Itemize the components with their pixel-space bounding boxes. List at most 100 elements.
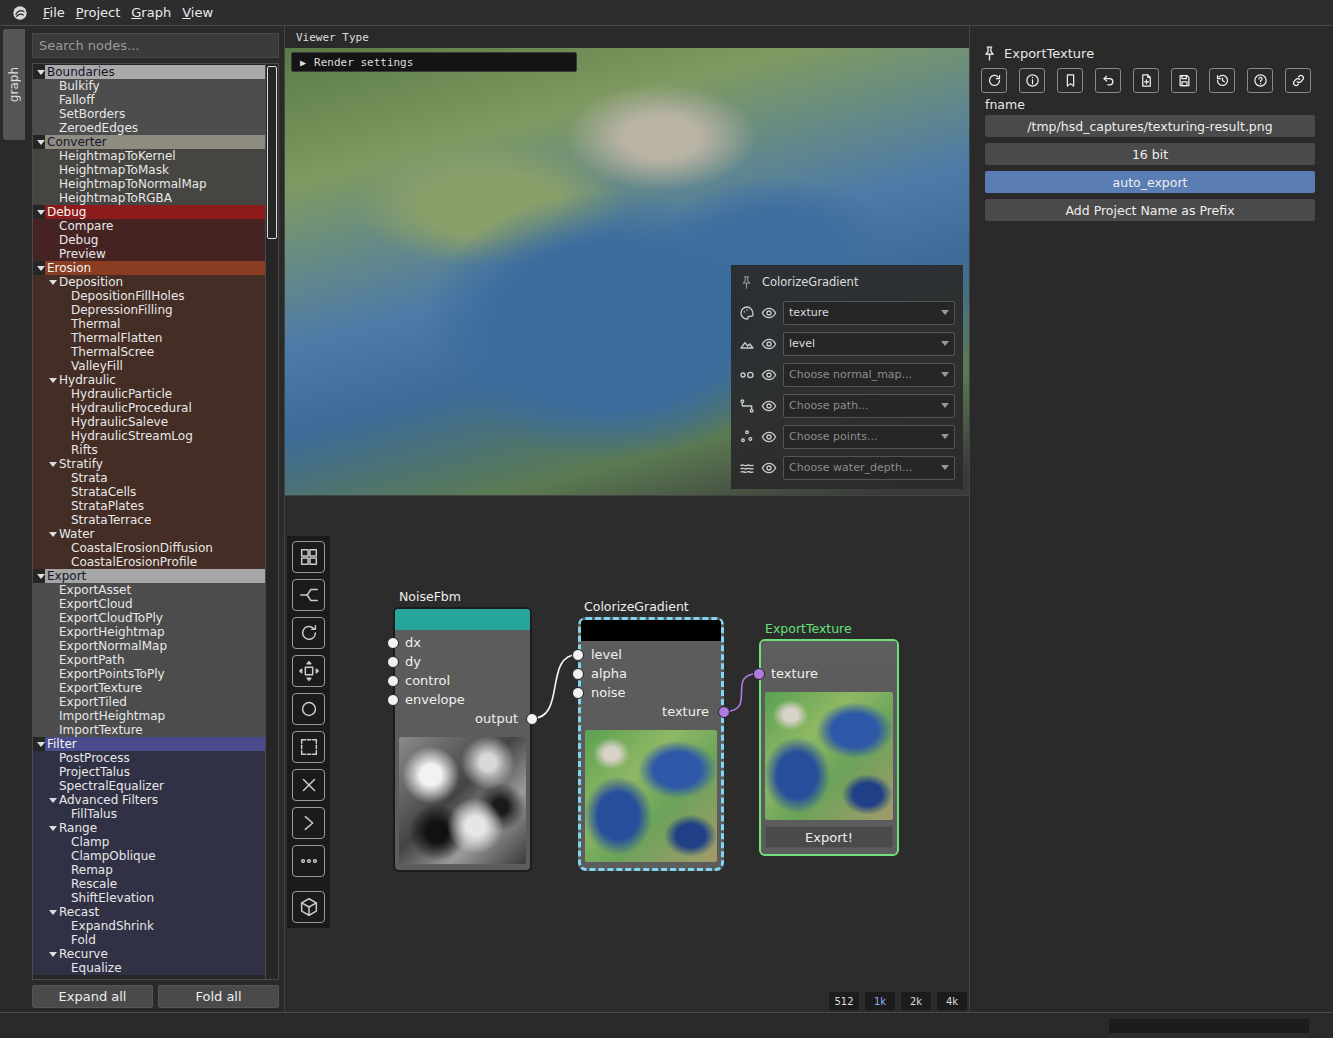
tree-row[interactable]: HydraulicProcedural xyxy=(33,401,265,415)
tree-row[interactable]: Advanced Filters xyxy=(33,793,265,807)
attribute-button[interactable]: 16 bit xyxy=(985,143,1315,165)
tree-row[interactable]: StrataCells xyxy=(33,485,265,499)
tree-row[interactable]: ClampOblique xyxy=(33,849,265,863)
tree-row[interactable]: ShiftElevation xyxy=(33,891,265,905)
tree-button[interactable]: Expand all xyxy=(32,985,153,1008)
toolbar-button[interactable] xyxy=(292,769,325,801)
toolbar-button[interactable] xyxy=(292,693,325,725)
dropdown-caret-icon[interactable] xyxy=(941,372,949,377)
toolbar-button[interactable] xyxy=(292,541,325,573)
inspector-tool-button[interactable] xyxy=(1133,68,1159,93)
tree-row[interactable]: Boundaries xyxy=(33,65,265,79)
expand-arrow-icon[interactable] xyxy=(49,280,57,285)
menu-item[interactable]: Graph xyxy=(131,5,171,20)
expand-arrow-icon[interactable] xyxy=(49,910,57,915)
tree-row[interactable]: HydraulicStreamLog xyxy=(33,429,265,443)
expand-arrow-icon[interactable] xyxy=(37,140,45,145)
toolbar-button[interactable] xyxy=(292,731,325,763)
scrollbar-thumb[interactable] xyxy=(267,66,277,239)
link[interactable] xyxy=(532,655,578,719)
inspector-tool-button[interactable] xyxy=(1247,68,1273,93)
text-field[interactable]: /tmp/hsd_captures/texturing-result.png xyxy=(985,115,1315,137)
terrain-render[interactable]: ▶Render settingsColorizeGradienttexturel… xyxy=(285,48,969,495)
tree-row[interactable]: Filter xyxy=(33,737,265,751)
input-port[interactable]: noise xyxy=(581,683,721,702)
tree-row[interactable]: Erosion xyxy=(33,261,265,275)
layer-select[interactable]: Choose normal_map... xyxy=(783,363,955,387)
tree-row[interactable]: Rescale xyxy=(33,877,265,891)
tree-row[interactable]: DepressionFilling xyxy=(33,303,265,317)
dropdown-caret-icon[interactable] xyxy=(941,465,949,470)
menu-item[interactable]: View xyxy=(182,5,213,20)
expand-arrow-icon[interactable] xyxy=(49,826,57,831)
side-tab[interactable]: graph xyxy=(3,29,25,140)
output-port[interactable]: texture xyxy=(581,702,721,721)
inspector-tool-button[interactable] xyxy=(1285,68,1311,93)
resolution-button[interactable]: 2k xyxy=(901,992,931,1010)
dropdown-caret-icon[interactable] xyxy=(941,310,949,315)
tree-row[interactable]: ProjectTalus xyxy=(33,765,265,779)
input-port[interactable]: dx xyxy=(395,633,530,652)
layer-select[interactable]: Choose points... xyxy=(783,425,955,449)
tree-row[interactable]: Debug xyxy=(33,205,265,219)
tree-row[interactable]: Fold xyxy=(33,933,265,947)
toolbar-button[interactable] xyxy=(292,807,325,839)
layer-select[interactable]: texture xyxy=(783,301,955,325)
tree-row[interactable]: Recurve xyxy=(33,947,265,961)
layer-select[interactable]: Choose path... xyxy=(783,394,955,418)
pin-icon[interactable] xyxy=(739,275,754,290)
tree-row[interactable]: HeightmapToNormalMap xyxy=(33,177,265,191)
tree-row[interactable]: ValleyFill xyxy=(33,359,265,373)
tree-row[interactable]: Preview xyxy=(33,247,265,261)
eye-icon[interactable] xyxy=(761,336,777,352)
inspector-tool-button[interactable] xyxy=(981,68,1007,93)
input-port[interactable]: dy xyxy=(395,652,530,671)
expand-arrow-icon[interactable] xyxy=(37,742,45,747)
dropdown-caret-icon[interactable] xyxy=(941,341,949,346)
tree-row[interactable]: Clamp xyxy=(33,835,265,849)
pin-icon[interactable] xyxy=(981,45,998,62)
node-header[interactable] xyxy=(761,641,897,662)
tree-row[interactable]: ExportPath xyxy=(33,653,265,667)
node-graph-canvas[interactable]: NoiseFbmdxdycontrolenvelopeoutputColoriz… xyxy=(285,495,969,1012)
expand-arrow-icon[interactable] xyxy=(37,574,45,579)
scrollbar[interactable] xyxy=(265,64,278,979)
toolbar-button[interactable] xyxy=(292,891,325,923)
tree-row[interactable]: Deposition xyxy=(33,275,265,289)
input-port[interactable]: control xyxy=(395,671,530,690)
node-header[interactable] xyxy=(395,609,530,630)
layer-select[interactable]: Choose water_depth... xyxy=(783,456,955,480)
expand-arrow-icon[interactable] xyxy=(49,952,57,957)
tree-row[interactable]: PostProcess xyxy=(33,751,265,765)
input-port[interactable]: alpha xyxy=(581,664,721,683)
expand-arrow-icon[interactable] xyxy=(49,798,57,803)
tree-row[interactable]: CoastalErosionProfile xyxy=(33,555,265,569)
expand-arrow-icon[interactable] xyxy=(49,378,57,383)
expand-arrow-icon[interactable] xyxy=(49,462,57,467)
tree-row[interactable]: ImportHeightmap xyxy=(33,709,265,723)
link[interactable] xyxy=(724,674,759,712)
graph-node[interactable]: ExportTexturetextureExport! xyxy=(759,619,899,856)
expand-arrow-icon[interactable] xyxy=(37,266,45,271)
tree-row[interactable]: Compare xyxy=(33,219,265,233)
tree-row[interactable]: SetBorders xyxy=(33,107,265,121)
tree-row[interactable]: Recast xyxy=(33,905,265,919)
tree-row[interactable]: HeightmapToKernel xyxy=(33,149,265,163)
input-port[interactable]: level xyxy=(581,645,721,664)
tree-row[interactable]: Rifts xyxy=(33,443,265,457)
tree-row[interactable]: Debug xyxy=(33,233,265,247)
tree-row[interactable]: Thermal xyxy=(33,317,265,331)
toolbar-button[interactable] xyxy=(292,655,325,687)
tree-row[interactable]: Range xyxy=(33,821,265,835)
tree-row[interactable]: Strata xyxy=(33,471,265,485)
viewer-type-label[interactable]: Viewer Type xyxy=(296,31,369,44)
node-header[interactable] xyxy=(581,620,721,641)
tree-row[interactable]: CoastalErosionDiffusion xyxy=(33,541,265,555)
tree-row[interactable]: Water xyxy=(33,527,265,541)
graph-node[interactable]: NoiseFbmdxdycontrolenvelopeoutput xyxy=(393,587,532,872)
tree-row[interactable]: Converter xyxy=(33,135,265,149)
toolbar-button[interactable] xyxy=(292,617,325,649)
search-input[interactable] xyxy=(32,33,279,58)
tree-row[interactable]: Hydraulic xyxy=(33,373,265,387)
tree-row[interactable]: HeightmapToMask xyxy=(33,163,265,177)
